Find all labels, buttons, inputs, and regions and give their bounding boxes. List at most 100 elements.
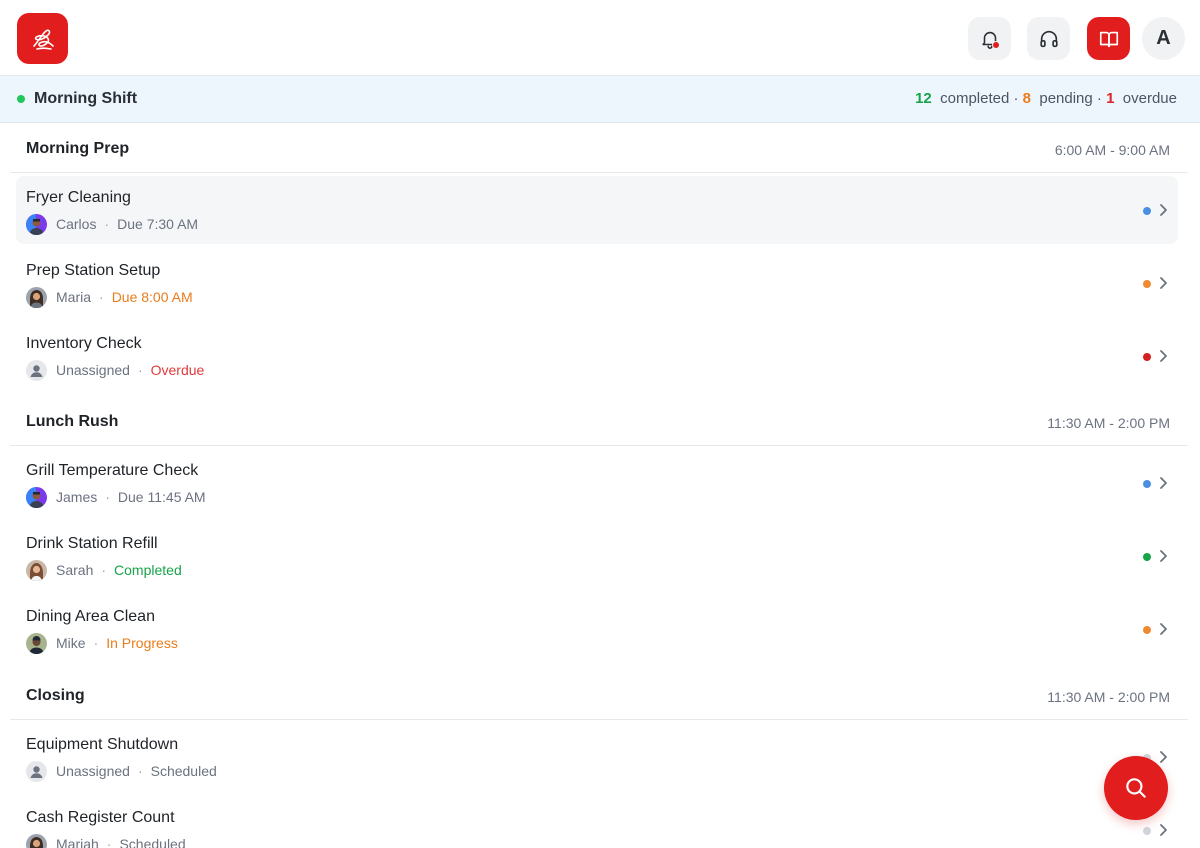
chevron-right-icon [1160,350,1167,362]
pending-label: pending [1039,90,1093,107]
chevron-right-icon [1160,277,1167,289]
shift-banner: Morning Shift 12 completed · 8 pending ·… [0,76,1200,123]
avatar [26,760,47,782]
task-detail: Due 11:45 AM [117,489,206,505]
headphones-icon [1039,30,1058,47]
meta-separator: · [104,216,110,232]
task-title: Equipment Shutdown [26,736,179,753]
meta-separator: · [101,562,107,578]
shift-summary: 12 completed · 8 pending · 1 overdue [915,90,1177,107]
task-row[interactable]: Inventory Check Unassigned · Overdue [16,322,1178,390]
meta-separator: · [99,289,104,305]
task-meta: Unassigned · Scheduled [26,760,217,782]
task-detail: Scheduled [150,763,217,779]
assignee-name: James [56,489,98,505]
meta-separator: · [93,635,99,651]
overdue-count: 1 [1106,90,1115,107]
assignee-name: Mariah [56,836,99,848]
meta-separator: · [137,362,143,378]
task-title: Inventory Check [26,335,142,352]
task-detail: Completed [114,562,182,578]
task-row[interactable]: Drink Station Refill Sarah · Completed [16,522,1178,590]
assignee-name: Maria [56,289,92,305]
status-dot [1143,553,1151,561]
shift-name: Morning Shift [34,90,138,107]
avatar-initial: A [1156,27,1171,49]
avatar [26,559,47,581]
assignee-name: Sarah [56,562,94,578]
signature-logo-icon [32,29,54,50]
status-dot [1143,353,1151,361]
task-row[interactable]: Grill Temperature Check James · Due 11:4… [16,449,1178,517]
task-title: Cash Register Count [26,809,175,826]
task-detail: Due 8:00 AM [111,289,193,305]
chevron-right-icon [1160,751,1167,763]
meta-separator: · [106,836,112,848]
chevron-right-icon [1160,824,1167,836]
status-dot [1143,207,1151,215]
book-open-icon [1099,31,1118,47]
avatar [26,213,47,235]
task-row[interactable]: Prep Station Setup Maria · Due 8:00 AM [16,249,1178,317]
meta-separator: · [137,763,143,779]
avatar [26,632,47,654]
stat-separator: · [1096,90,1102,107]
task-meta: Maria · Due 8:00 AM [26,286,193,308]
task-meta: Mariah · Scheduled [26,833,186,848]
chevron-right-icon [1160,477,1167,489]
assignee-name: Mike [56,635,86,651]
guide-button[interactable] [1087,17,1130,60]
avatar [26,833,47,848]
pending-count: 8 [1022,90,1032,107]
task-row[interactable]: Fryer Cleaning Carlos · Due 7:30 AM [16,176,1178,244]
assignee-name: Unassigned [56,362,130,378]
task-title: Dining Area Clean [26,608,155,625]
notifications-button[interactable] [968,17,1011,60]
task-meta: Carlos · Due 7:30 AM [26,213,199,235]
status-dot [1143,280,1151,288]
meta-separator: · [105,489,110,505]
user-avatar[interactable]: A [1142,17,1185,60]
section-time: 6:00 AM - 9:00 AM [1054,142,1170,158]
task-meta: Mike · In Progress [26,632,178,654]
section-title: Closing [26,687,85,704]
support-button[interactable] [1027,17,1070,60]
task-title: Drink Station Refill [26,535,158,552]
task-detail: Overdue [150,362,205,378]
shift-status-dot [17,95,25,103]
section-header: Lunch Rush 11:30 AM - 2:00 PM [10,396,1188,446]
status-dot [1143,626,1151,634]
section-header: Closing 11:30 AM - 2:00 PM [10,670,1188,720]
section-time: 11:30 AM - 2:00 PM [1047,415,1170,431]
task-detail: In Progress [106,635,178,651]
task-title: Prep Station Setup [26,262,161,279]
chevron-right-icon [1160,550,1167,562]
task-row[interactable]: Cash Register Count Mariah · Scheduled [16,796,1178,848]
section-header: Morning Prep 6:00 AM - 9:00 AM [10,123,1188,173]
task-detail: Due 7:30 AM [117,216,199,232]
task-row[interactable]: Dining Area Clean Mike · In Progress [16,595,1178,663]
search-icon [1126,778,1146,798]
completed-label: completed [940,90,1010,107]
avatar [26,486,47,508]
avatar [26,286,47,308]
chevron-right-icon [1160,623,1167,635]
top-bar: A [0,0,1200,76]
assignee-name: Carlos [56,216,97,232]
completed-count: 12 [915,90,932,107]
section-time: 11:30 AM - 2:00 PM [1047,689,1170,705]
status-dot [1143,480,1151,488]
section-title: Morning Prep [26,140,130,157]
task-meta: James · Due 11:45 AM [26,486,206,508]
chevron-right-icon [1160,204,1167,216]
overdue-label: overdue [1122,90,1177,107]
section-title: Lunch Rush [26,413,119,430]
search-fab-button[interactable] [1104,756,1168,820]
task-detail: Scheduled [119,836,186,848]
task-meta: Sarah · Completed [26,559,182,581]
app-logo[interactable] [17,13,68,64]
task-row[interactable]: Equipment Shutdown Unassigned · Schedule… [16,723,1178,791]
task-title: Grill Temperature Check [26,462,199,479]
task-meta: Unassigned · Overdue [26,359,205,381]
assignee-name: Unassigned [56,763,130,779]
